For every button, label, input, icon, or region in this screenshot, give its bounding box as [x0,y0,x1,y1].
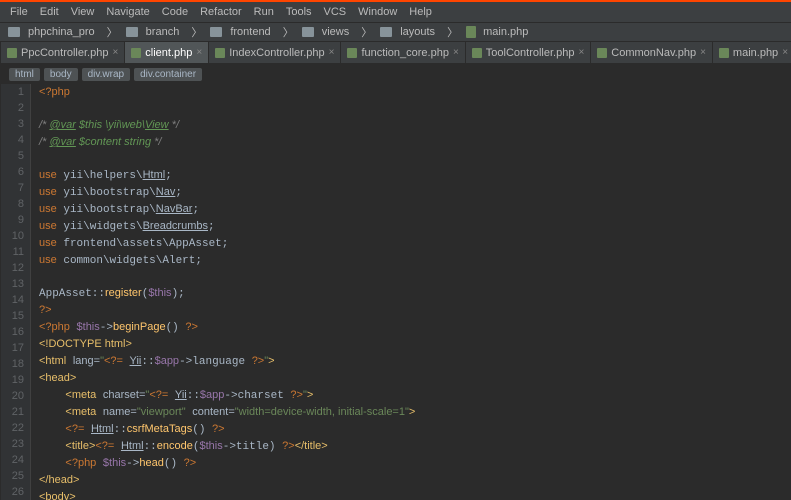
php-file-icon [131,48,141,58]
navigation-bar: phpchina_pro 〉 branch 〉 frontend 〉 views… [0,22,791,42]
menubar: File Edit View Navigate Code Refactor Ru… [0,2,791,22]
php-file-icon [719,48,729,58]
tab-label: main.php [733,47,778,59]
editor-tabs: PpcController.php×client.php×IndexContro… [1,42,791,64]
tab-label: PpcController.php [21,47,108,59]
menu-code[interactable]: Code [156,6,194,18]
editor-tab[interactable]: ToolController.php× [466,42,592,64]
editor-tab[interactable]: client.php × [125,42,209,64]
breadcrumb-tag[interactable]: div.wrap [82,68,131,81]
menu-vcs[interactable]: VCS [318,6,353,18]
tab-label: CommonNav.php [611,47,696,59]
close-icon[interactable]: × [578,47,584,58]
breadcrumb-tag[interactable]: body [44,68,78,81]
editor-tab[interactable]: CommonNav.php × [591,42,713,64]
php-file-icon [7,48,17,58]
editor-tab[interactable]: function_core.php × [341,42,465,64]
menu-view[interactable]: View [65,6,101,18]
menu-navigate[interactable]: Navigate [100,6,155,18]
nav-crumb[interactable]: views [298,26,358,38]
folder-icon [302,27,314,37]
menu-refactor[interactable]: Refactor [194,6,248,18]
nav-crumb[interactable]: frontend [206,26,278,38]
editor-tab[interactable]: PpcController.php × [1,42,125,64]
close-icon[interactable]: × [782,47,788,58]
menu-tools[interactable]: Tools [280,6,318,18]
menu-file[interactable]: File [4,6,34,18]
menu-window[interactable]: Window [352,6,403,18]
tab-label: ToolController.php [486,47,575,59]
menu-edit[interactable]: Edit [34,6,65,18]
code-editor[interactable]: <?php /* @var $this \yii\web\View */ /* … [31,84,791,500]
php-file-icon [472,48,482,58]
code-breadcrumb: html body div.wrap div.container [1,64,791,84]
folder-icon [210,27,222,37]
editor-tab[interactable]: main.php × [713,42,791,64]
tab-label: function_core.php [361,47,448,59]
nav-crumb[interactable]: branch [122,26,188,38]
close-icon[interactable]: × [112,47,118,58]
php-file-icon [215,48,225,58]
php-file-icon [347,48,357,58]
breadcrumb-tag[interactable]: div.container [134,68,202,81]
menu-help[interactable]: Help [403,6,438,18]
nav-project[interactable]: phpchina_pro [4,26,103,38]
editor-tab[interactable]: IndexController.php × [209,42,341,64]
close-icon[interactable]: × [196,47,202,58]
tab-label: client.php [145,47,192,59]
folder-icon [380,27,392,37]
folder-icon [126,27,138,37]
nav-crumb[interactable]: layouts [376,26,443,38]
breadcrumb-tag[interactable]: html [9,68,40,81]
nav-crumb[interactable]: main.php [462,26,536,38]
close-icon[interactable]: × [329,47,335,58]
menu-run[interactable]: Run [248,6,280,18]
php-file-icon [597,48,607,58]
folder-icon [8,27,20,37]
close-icon[interactable]: × [453,47,459,58]
php-file-icon [466,26,476,38]
line-gutter: 1234567891011121314151617181920212223242… [1,84,31,500]
tab-label: IndexController.php [229,47,324,59]
close-icon[interactable]: × [700,47,706,58]
